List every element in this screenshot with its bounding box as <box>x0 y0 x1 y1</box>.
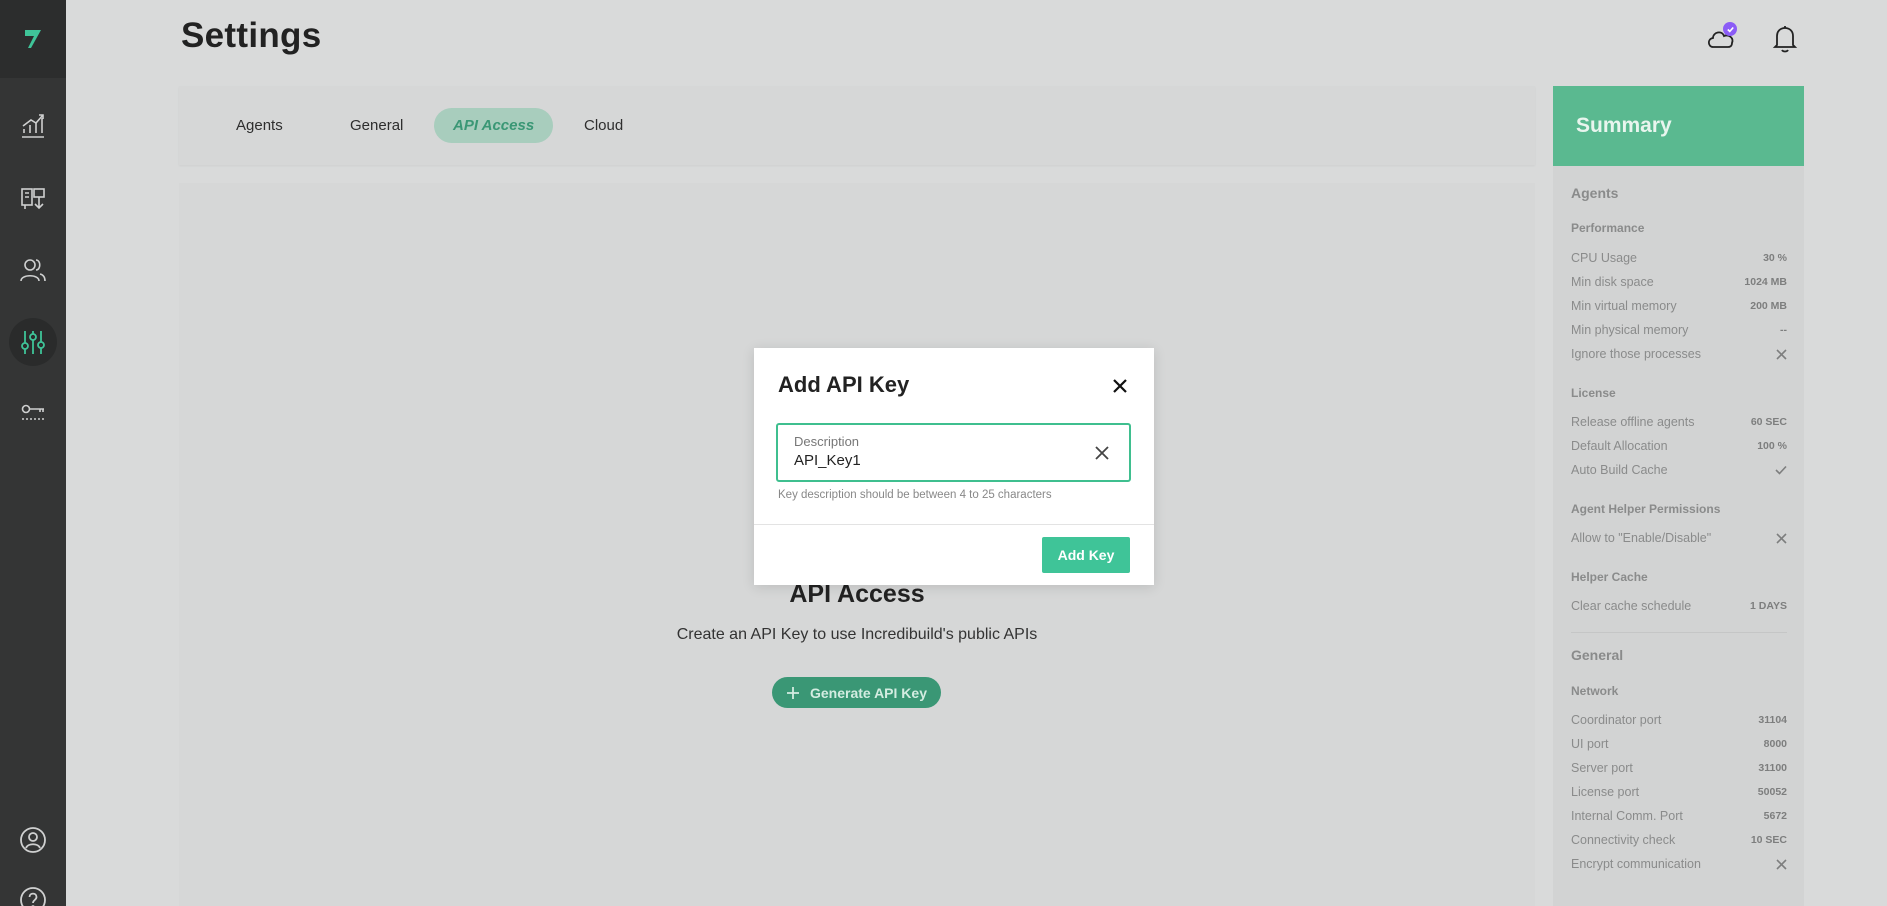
key-icon[interactable] <box>9 389 57 437</box>
chart-icon[interactable] <box>9 102 57 150</box>
generate-api-key-label: Generate API Key <box>810 684 927 701</box>
summary-row-release-offline: Release offline agents 60 SEC <box>1571 415 1787 429</box>
cloud-status-badge <box>1723 22 1737 36</box>
page-title: Settings <box>181 16 322 55</box>
description-field: Description <box>776 423 1131 482</box>
description-helper-text: Key description should be between 4 to 2… <box>778 489 1052 501</box>
summary-row-ui-port: UI port 8000 <box>1571 737 1787 751</box>
summary-row-default-allocation: Default Allocation 100 % <box>1571 439 1787 453</box>
summary-row-server-port: Server port 31100 <box>1571 761 1787 775</box>
summary-section-general: General <box>1571 647 1624 663</box>
add-api-key-modal: Add API Key Description Key description … <box>754 348 1154 585</box>
modal-title: Add API Key <box>778 372 910 397</box>
help-icon[interactable] <box>9 876 57 906</box>
summary-row-coordinator-port: Coordinator port 31104 <box>1571 713 1787 727</box>
summary-group-helper-permissions: Agent Helper Permissions <box>1571 502 1721 516</box>
check-icon <box>1775 465 1787 475</box>
summary-row-license-port: License port 50052 <box>1571 785 1787 799</box>
summary-group-performance: Performance <box>1571 221 1645 235</box>
x-icon <box>1776 532 1787 544</box>
summary-section-agents: Agents <box>1571 185 1619 201</box>
summary-divider <box>1571 632 1787 633</box>
summary-row-cpu: CPU Usage 30 % <box>1571 251 1787 265</box>
description-input[interactable] <box>794 452 1064 469</box>
description-label: Description <box>794 434 860 449</box>
user-account-icon[interactable] <box>9 816 57 864</box>
summary-title: Summary <box>1553 86 1804 166</box>
summary-panel: Agents Performance CPU Usage 30 % Min dis… <box>1553 166 1804 906</box>
sidebar <box>0 0 66 906</box>
summary-row-min-virtual: Min virtual memory 200 MB <box>1571 299 1787 313</box>
close-icon[interactable] <box>1110 376 1130 396</box>
modal-divider <box>754 524 1154 525</box>
summary-row-internal-comm-port: Internal Comm. Port 5672 <box>1571 809 1787 823</box>
summary-row-connectivity-check: Connectivity check 10 SEC <box>1571 833 1787 847</box>
summary-group-network: Network <box>1571 684 1619 698</box>
tab-agents[interactable]: Agents <box>217 108 302 143</box>
summary-row-clear-cache: Clear cache schedule 1 DAYS <box>1571 599 1787 613</box>
settings-tabs: Agents General API Access Cloud <box>179 86 1535 165</box>
plus-icon <box>787 686 799 699</box>
bell-icon[interactable] <box>1765 18 1805 58</box>
builds-icon[interactable] <box>9 174 57 222</box>
generate-api-key-button[interactable]: Generate API Key <box>772 677 941 708</box>
summary-row-allow-enable-disable: Allow to "Enable/Disable" <box>1571 530 1787 546</box>
summary-row-auto-build-cache: Auto Build Cache <box>1571 462 1787 478</box>
x-icon <box>1776 858 1787 870</box>
summary-row-ignore-processes: Ignore those processes <box>1571 346 1787 362</box>
tab-general[interactable]: General <box>331 108 422 143</box>
x-icon <box>1776 348 1787 360</box>
summary-row-min-physical: Min physical memory -- <box>1571 323 1787 337</box>
add-key-button[interactable]: Add Key <box>1042 537 1130 573</box>
empty-state-subtitle: Create an API Key to use Incredibuild's … <box>676 626 1038 643</box>
settings-sliders-icon[interactable] <box>9 318 57 366</box>
summary-row-encrypt-communication: Encrypt communication <box>1571 856 1787 872</box>
summary-group-license: License <box>1571 386 1616 400</box>
cloud-icon[interactable] <box>1701 18 1741 58</box>
tab-api-access[interactable]: API Access <box>434 108 554 143</box>
clear-input-icon[interactable] <box>1093 444 1111 462</box>
logo-icon[interactable] <box>0 0 66 78</box>
summary-row-min-disk: Min disk space 1024 MB <box>1571 275 1787 289</box>
users-icon[interactable] <box>9 246 57 294</box>
summary-group-helper-cache: Helper Cache <box>1571 570 1648 584</box>
tab-cloud[interactable]: Cloud <box>565 108 642 143</box>
